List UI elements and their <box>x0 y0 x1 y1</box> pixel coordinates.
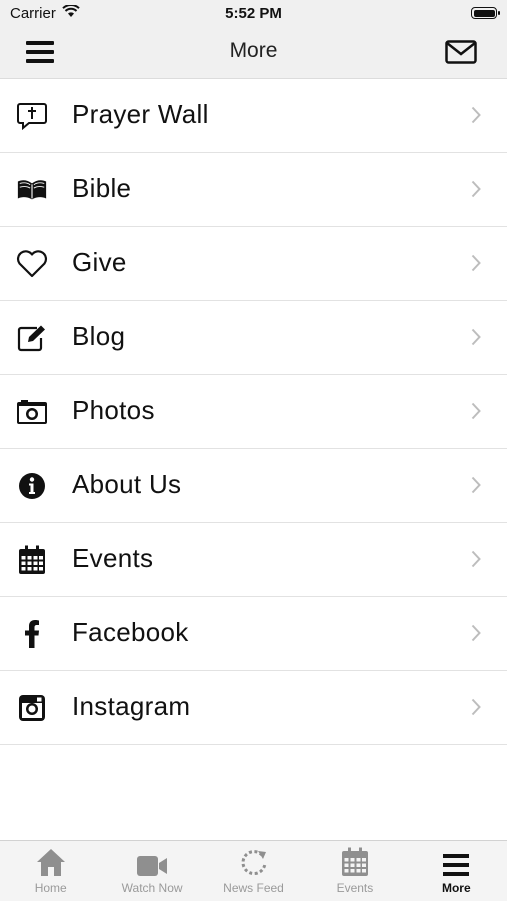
info-icon <box>16 470 48 502</box>
more-menu-list: Prayer Wall Bible Give Blog Photos About… <box>0 79 507 745</box>
home-icon <box>36 849 65 876</box>
chevron-right-icon <box>471 476 481 494</box>
bottom-tab-bar: Home Watch Now News Feed Events More <box>0 840 507 901</box>
menu-item-events[interactable]: Events <box>0 523 507 597</box>
camera-icon <box>16 396 48 428</box>
edit-icon <box>16 322 48 354</box>
page-title: More <box>229 39 278 62</box>
menu-item-label: Blog <box>72 321 126 351</box>
chevron-right-icon <box>471 328 481 346</box>
status-bar: Carrier 5:52 PM <box>0 0 507 26</box>
calendar-icon <box>16 544 48 576</box>
menu-item-bible[interactable]: Bible <box>0 153 507 227</box>
tab-news-feed[interactable]: News Feed <box>203 841 304 901</box>
menu-item-photos[interactable]: Photos <box>0 375 507 449</box>
menu-item-label: Prayer Wall <box>72 99 209 129</box>
menu-item-prayer-wall[interactable]: Prayer Wall <box>0 79 507 153</box>
menu-item-facebook[interactable]: Facebook <box>0 597 507 671</box>
book-icon <box>16 174 48 206</box>
menu-item-about-us[interactable]: About Us <box>0 449 507 523</box>
facebook-icon <box>16 618 48 650</box>
menu-icon <box>443 854 470 876</box>
navigation-bar: More <box>0 26 507 79</box>
menu-item-label: Bible <box>72 173 132 203</box>
tab-events[interactable]: Events <box>304 841 405 901</box>
menu-item-label: Photos <box>72 395 155 425</box>
chevron-right-icon <box>471 180 481 198</box>
chevron-right-icon <box>471 402 481 420</box>
heart-icon <box>16 248 48 280</box>
instagram-icon <box>16 692 48 724</box>
video-icon <box>137 856 168 876</box>
prayer-bubble-icon <box>16 100 48 132</box>
battery-icon <box>471 7 500 19</box>
tab-watch-now[interactable]: Watch Now <box>101 841 202 901</box>
calendar-icon <box>341 847 368 876</box>
chevron-right-icon <box>471 550 481 568</box>
menu-item-label: Give <box>72 247 127 277</box>
tab-home[interactable]: Home <box>0 841 101 901</box>
clock: 5:52 PM <box>225 5 282 22</box>
refresh-icon <box>241 850 267 876</box>
chevron-right-icon <box>471 106 481 124</box>
menu-item-label: Events <box>72 543 154 573</box>
tab-label: More <box>441 881 471 895</box>
menu-item-give[interactable]: Give <box>0 227 507 301</box>
tab-more[interactable]: More <box>406 841 507 901</box>
menu-item-label: Facebook <box>72 617 189 647</box>
menu-item-blog[interactable]: Blog <box>0 301 507 375</box>
chevron-right-icon <box>471 624 481 642</box>
tab-label: Home <box>34 881 67 895</box>
tab-label: News Feed <box>223 881 284 895</box>
chevron-right-icon <box>471 254 481 272</box>
tab-label: Watch Now <box>121 881 183 895</box>
menu-item-label: About Us <box>72 469 182 499</box>
chevron-right-icon <box>471 698 481 716</box>
menu-item-label: Instagram <box>72 691 191 721</box>
tab-label: Events <box>336 881 374 895</box>
menu-item-instagram[interactable]: Instagram <box>0 671 507 745</box>
mail-button[interactable] <box>445 40 477 64</box>
